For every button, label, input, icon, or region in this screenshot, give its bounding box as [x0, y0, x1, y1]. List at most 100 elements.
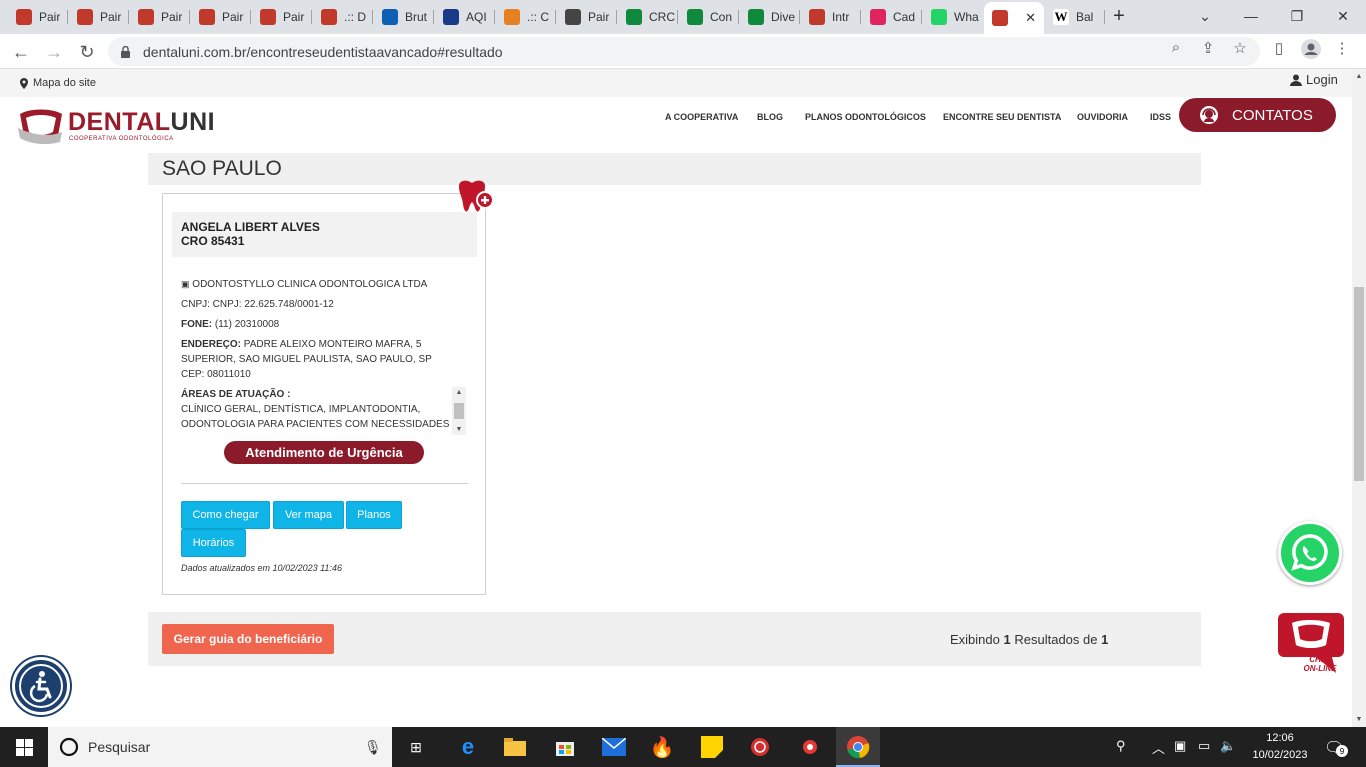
- tab-favicon-icon: [565, 9, 581, 25]
- kebab-menu-icon[interactable]: ⋮: [1331, 39, 1353, 57]
- generate-guide-button[interactable]: Gerar guia do beneficiário: [162, 624, 334, 654]
- bookmark-star-icon[interactable]: ☆: [1229, 39, 1251, 57]
- browser-tab[interactable]: Pair: [557, 4, 617, 30]
- profile-icon[interactable]: [1300, 39, 1322, 63]
- browser-tab[interactable]: Cad: [862, 4, 922, 30]
- tab-separator: [250, 10, 251, 24]
- areas-scrollbar[interactable]: ▲ ▼: [452, 387, 466, 435]
- login-link[interactable]: Login: [1290, 72, 1338, 87]
- scroll-up-icon[interactable]: ▲: [1352, 73, 1366, 80]
- side-panel-icon[interactable]: ▯: [1268, 39, 1290, 57]
- menu-blog[interactable]: BLOG: [757, 112, 783, 122]
- browser-toolbar: ← → ↻ dentaluni.com.br/encontreseudentis…: [0, 34, 1366, 69]
- sticky-notes-icon[interactable]: [700, 735, 724, 759]
- chat-label: CHAT ON-LINE: [1300, 655, 1340, 673]
- share-icon[interactable]: ⇪: [1197, 39, 1219, 57]
- flame-app-icon[interactable]: 🔥: [650, 735, 675, 759]
- menu-encontre-dentista[interactable]: ENCONTRE SEU DENTISTA: [943, 112, 1061, 122]
- clock-date: 10/02/2023: [1252, 749, 1308, 761]
- antivirus-icon[interactable]: ▣: [1174, 738, 1186, 754]
- chrome-taskbar-button[interactable]: [836, 727, 880, 767]
- back-icon[interactable]: ←: [8, 39, 34, 65]
- close-window-button[interactable]: ✕: [1330, 4, 1356, 28]
- tab-separator: [555, 10, 556, 24]
- browser-tab[interactable]: Pair: [191, 4, 251, 30]
- browser-tab[interactable]: .:: C: [496, 4, 556, 30]
- mail-icon[interactable]: [602, 735, 626, 759]
- browser-tab[interactable]: Pair: [130, 4, 190, 30]
- app-red-dot-icon[interactable]: [798, 735, 822, 759]
- scroll-up-icon[interactable]: ▲: [452, 389, 466, 396]
- chat-online-button[interactable]: CHAT ON-LINE: [1276, 611, 1348, 679]
- edge-icon[interactable]: e: [456, 734, 480, 759]
- menu-planos[interactable]: PLANOS ODONTOLÓGICOS: [805, 112, 926, 122]
- new-tab-button[interactable]: +: [1106, 4, 1132, 28]
- tray-chevron-up-icon[interactable]: ︿: [1152, 738, 1165, 757]
- browser-tab[interactable]: Wha: [923, 4, 983, 30]
- areas-scroll-thumb[interactable]: [454, 403, 464, 419]
- tab-favicon-icon: [382, 9, 398, 25]
- system-clock[interactable]: 12:06 10/02/2023: [1244, 730, 1316, 764]
- windows-start-icon[interactable]: [0, 727, 48, 767]
- page-scrollbar[interactable]: ▲ ▼: [1352, 69, 1366, 727]
- plans-button[interactable]: Planos: [346, 501, 402, 529]
- browser-tab[interactable]: Pair: [252, 4, 312, 30]
- browser-tab[interactable]: Dive: [740, 4, 800, 30]
- directions-button[interactable]: Como chegar: [181, 501, 270, 529]
- user-icon: [1290, 74, 1302, 86]
- browser-tab[interactable]: ✕: [984, 2, 1044, 34]
- tab-favicon-icon: [443, 9, 459, 25]
- whatsapp-icon[interactable]: [1278, 521, 1342, 585]
- menu-a-cooperativa[interactable]: A COOPERATIVA: [665, 112, 738, 122]
- restore-button[interactable]: ❐: [1284, 4, 1310, 28]
- forward-icon[interactable]: →: [41, 39, 67, 65]
- volume-icon[interactable]: 🔈: [1220, 738, 1236, 754]
- store-icon[interactable]: [553, 735, 577, 759]
- hours-button[interactable]: Horários: [181, 529, 246, 557]
- browser-tab[interactable]: Brut: [374, 4, 434, 30]
- dentaluni-logo[interactable]: DENTALUNI COOPERATIVA ODONTOLÓGICA: [18, 106, 248, 146]
- tab-separator: [372, 10, 373, 24]
- browser-tab[interactable]: Pair: [69, 4, 129, 30]
- sitemap-link[interactable]: Mapa do site: [20, 77, 96, 89]
- tab-separator: [128, 10, 129, 24]
- network-icon[interactable]: ▭: [1198, 738, 1210, 754]
- people-icon[interactable]: ⚲: [1116, 738, 1126, 754]
- accessibility-icon[interactable]: [12, 657, 70, 715]
- view-map-button[interactable]: Ver mapa: [273, 501, 344, 529]
- address-bar[interactable]: dentaluni.com.br/encontreseudentistaavan…: [108, 37, 1260, 66]
- minimize-button[interactable]: —: [1238, 4, 1264, 28]
- app-red-globe-icon[interactable]: [748, 735, 772, 759]
- microphone-icon[interactable]: 🎙: [364, 739, 382, 756]
- close-tab-icon[interactable]: ✕: [1025, 10, 1036, 26]
- browser-tab[interactable]: Con: [679, 4, 739, 30]
- tab-separator: [189, 10, 190, 24]
- browser-tab[interactable]: Intr: [801, 4, 861, 30]
- tab-favicon-icon: W: [1053, 9, 1069, 25]
- reload-icon[interactable]: ↻: [74, 39, 100, 65]
- tab-label: AQI: [466, 10, 487, 24]
- chevron-down-icon[interactable]: ⌄: [1192, 4, 1218, 28]
- menu-ouvidoria[interactable]: OUVIDORIA: [1077, 112, 1128, 122]
- browser-tab[interactable]: AQI: [435, 4, 495, 30]
- tab-label: .:: C: [527, 10, 550, 24]
- scroll-down-icon[interactable]: ▼: [1352, 716, 1366, 723]
- taskbar-search-input[interactable]: Pesquisar 🎙: [48, 727, 392, 767]
- menu-idss[interactable]: IDSS: [1150, 112, 1171, 122]
- browser-tab[interactable]: CRC: [618, 4, 678, 30]
- scroll-down-icon[interactable]: ▼: [452, 426, 466, 433]
- browser-tab[interactable]: .:: D: [313, 4, 373, 30]
- tab-favicon-icon: [809, 9, 825, 25]
- task-view-icon[interactable]: ⊞: [404, 735, 428, 759]
- results-footer: Gerar guia do beneficiário Exibindo 1 Re…: [148, 612, 1201, 666]
- page-scroll-thumb[interactable]: [1354, 287, 1364, 481]
- contatos-button[interactable]: CONTATOS: [1179, 98, 1336, 132]
- zoom-icon[interactable]: ⌕: [1165, 39, 1187, 56]
- file-explorer-icon[interactable]: [503, 735, 527, 759]
- areas-box[interactable]: ÁREAS DE ATUAÇÃO : CLÍNICO GERAL, DENTÍS…: [181, 387, 468, 435]
- browser-tab[interactable]: W Bal: [1045, 4, 1105, 30]
- tab-separator: [738, 10, 739, 24]
- browser-tab[interactable]: Pair: [8, 4, 68, 30]
- url-text: dentaluni.com.br/encontreseudentistaavan…: [143, 43, 503, 60]
- tab-label: Pair: [283, 10, 305, 24]
